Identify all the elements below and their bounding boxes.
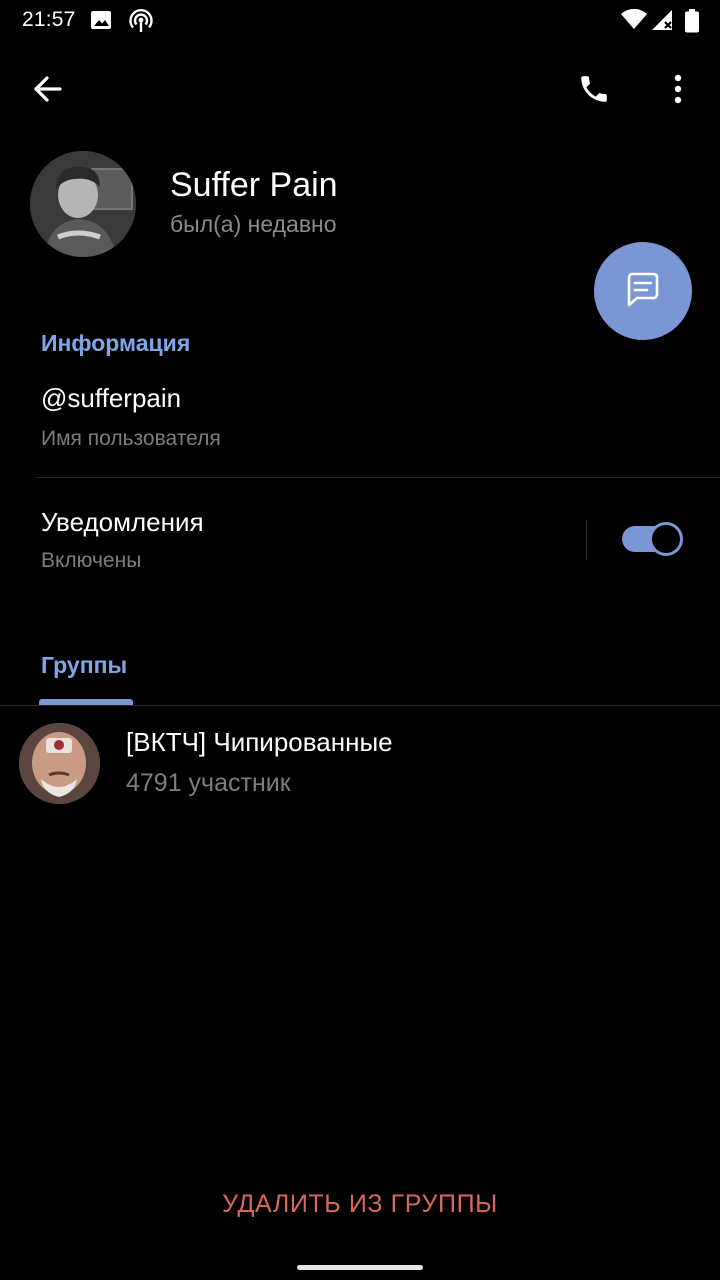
notifications-title[interactable]: Уведомления — [41, 507, 204, 538]
wifi-icon — [620, 7, 648, 36]
toggle-knob — [649, 522, 683, 556]
message-icon — [623, 269, 663, 314]
group-avatar — [19, 723, 100, 804]
tab-groups[interactable]: Группы — [41, 652, 127, 679]
back-button[interactable] — [20, 63, 76, 119]
group-members-count: 4791 участник — [126, 769, 291, 797]
more-options-button[interactable] — [650, 63, 706, 119]
notifications-caption: Включены — [41, 549, 142, 572]
info-section-title: Информация — [41, 330, 191, 356]
divider — [35, 477, 720, 478]
hotspot-icon — [128, 8, 154, 39]
username-caption: Имя пользователя — [41, 427, 221, 450]
username-value[interactable]: @sufferpain — [41, 383, 181, 414]
call-button[interactable] — [566, 63, 622, 119]
status-time: 21:57 — [22, 8, 76, 31]
battery-icon — [684, 9, 700, 38]
profile-status: был(а) недавно — [170, 211, 337, 237]
avatar[interactable] — [30, 151, 136, 257]
image-icon — [90, 8, 112, 37]
tab-divider — [0, 705, 720, 706]
home-indicator[interactable] — [297, 1265, 423, 1270]
send-message-button[interactable] — [594, 242, 692, 340]
more-vert-icon — [673, 74, 683, 109]
vertical-divider — [586, 520, 587, 560]
phone-icon — [577, 72, 611, 111]
remove-from-group-button[interactable]: УДАЛИТЬ ИЗ ГРУППЫ — [0, 1190, 720, 1219]
group-name: [ВКТЧ] Чипированные — [126, 727, 393, 757]
profile-name: Suffer Pain — [170, 166, 338, 204]
arrow-back-icon — [33, 75, 63, 108]
signal-icon — [650, 8, 676, 37]
